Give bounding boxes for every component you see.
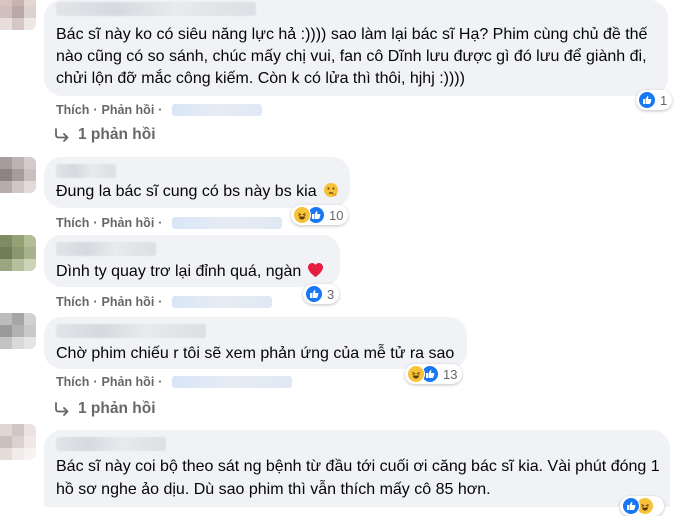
like-button[interactable]: Thích xyxy=(56,216,89,230)
like-button[interactable]: Thích xyxy=(56,375,89,389)
thinking-face-icon xyxy=(323,182,339,204)
avatar[interactable] xyxy=(0,235,36,271)
author-name-blurred[interactable] xyxy=(56,437,166,451)
author-name-blurred[interactable] xyxy=(56,2,256,16)
comment-text-line: nào cũng có so sánh, chúc mấy chị vui, f… xyxy=(56,48,647,65)
haha-icon xyxy=(293,206,311,224)
avatar[interactable] xyxy=(0,157,36,193)
comment-text: Dình ty quay trơ lại đỉnh quá, ngàn xyxy=(56,261,324,284)
avatar[interactable] xyxy=(0,0,36,30)
reaction-count: 1 xyxy=(660,92,668,108)
reply-arrow-icon xyxy=(55,402,69,416)
comment-bubble: Đung la bác sĩ cung có bs này bs kia xyxy=(44,157,350,208)
comment-bubble: Chờ phim chiếu r tôi sẽ xem phản ứng của… xyxy=(44,317,467,369)
timestamp-blurred[interactable] xyxy=(172,104,263,116)
comment-actions: Thích · Phản hồi · xyxy=(56,295,273,309)
avatar[interactable] xyxy=(0,313,36,349)
like-icon xyxy=(638,91,656,109)
reaction-count: 13 xyxy=(443,366,458,382)
view-replies-link[interactable]: 1 phản hồi xyxy=(54,126,156,144)
comment-bubble: Dình ty quay trơ lại đỉnh quá, ngàn xyxy=(44,235,340,287)
like-icon xyxy=(622,497,640,515)
reaction-summary[interactable] xyxy=(620,496,664,516)
reaction-summary[interactable]: 10 xyxy=(291,205,349,225)
reply-button[interactable]: Phản hồi xyxy=(102,375,155,389)
reaction-count: 3 xyxy=(327,286,335,302)
comment-text-line: chửi lộn đỡ mắc công kiếm. Còn k có lửa … xyxy=(56,70,465,87)
view-replies-link[interactable]: 1 phản hồi xyxy=(54,400,156,418)
comment-text: Đung la bác sĩ cung có bs này bs kia xyxy=(56,181,339,204)
avatar[interactable] xyxy=(0,424,36,460)
reaction-summary[interactable]: 3 xyxy=(303,284,340,304)
replies-count: 1 phản hồi xyxy=(78,400,156,417)
author-name-blurred[interactable] xyxy=(56,242,156,256)
like-button[interactable]: Thích xyxy=(56,295,89,309)
haha-icon xyxy=(407,365,425,383)
red-heart-icon xyxy=(307,262,324,284)
comment-actions: Thích · Phản hồi · xyxy=(56,216,283,230)
comment-text-line: Chờ phim chiếu r tôi sẽ xem phản ứng của… xyxy=(56,345,455,362)
comment-text-line: Bác sĩ này coi bộ theo sát ng bệnh từ đầ… xyxy=(56,458,660,475)
reply-arrow-icon xyxy=(55,128,69,142)
reaction-count: 10 xyxy=(329,207,344,223)
like-icon xyxy=(305,285,323,303)
reply-button[interactable]: Phản hồi xyxy=(102,216,155,230)
like-button[interactable]: Thích xyxy=(56,103,89,117)
comment-bubble: Bác sĩ này coi bộ theo sát ng bệnh từ đầ… xyxy=(44,430,670,507)
comment-text-line: hồ sơ nghe ảo dịu. Dù sao phim thì vẫn t… xyxy=(56,481,491,498)
reply-button[interactable]: Phản hồi xyxy=(102,103,155,117)
reaction-summary[interactable]: 13 xyxy=(405,364,463,384)
reply-button[interactable]: Phản hồi xyxy=(102,295,155,309)
reaction-summary[interactable]: 1 xyxy=(636,90,673,110)
comment-text-line: Bác sĩ này ko có siêu năng lực hả :)))) … xyxy=(56,26,648,43)
replies-count: 1 phản hồi xyxy=(78,126,156,143)
timestamp-blurred[interactable] xyxy=(172,296,273,308)
author-name-blurred[interactable] xyxy=(56,164,116,178)
timestamp-blurred[interactable] xyxy=(172,217,283,229)
comment-bubble: Bác sĩ này ko có siêu năng lực hả :)))) … xyxy=(44,0,668,96)
timestamp-blurred[interactable] xyxy=(172,376,293,388)
author-name-blurred[interactable] xyxy=(56,324,206,338)
comment-actions: Thích · Phản hồi · xyxy=(56,375,293,389)
comment-actions: Thích · Phản hồi · xyxy=(56,103,263,117)
